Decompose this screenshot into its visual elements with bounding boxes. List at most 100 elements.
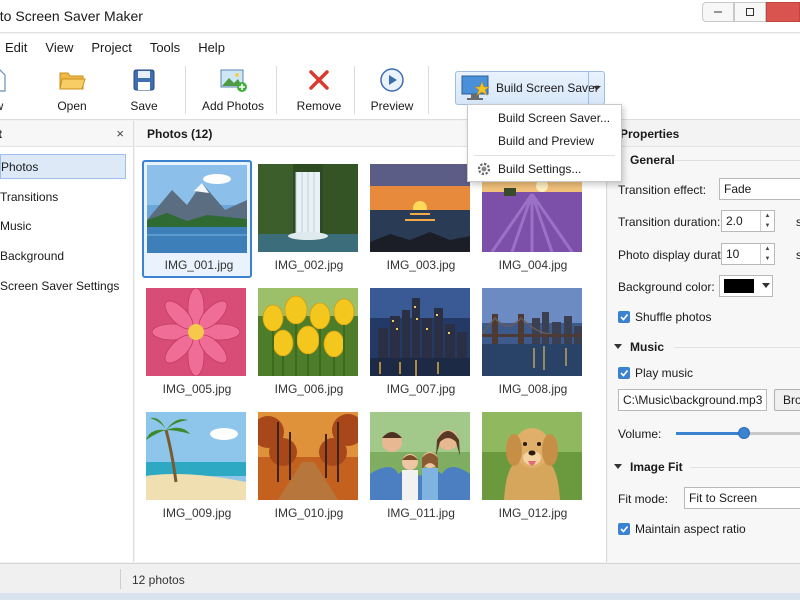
section-image-fit-header[interactable]: Image Fit [614, 460, 683, 474]
nav-item-screen-saver-settings[interactable]: Screen Saver Settings [0, 273, 126, 298]
menu-view[interactable]: View [36, 40, 82, 55]
chevron-down-icon [614, 464, 622, 469]
section-music-header[interactable]: Music [614, 340, 664, 354]
properties-panel: Properties General Transition effect: Fa… [608, 121, 800, 562]
menu-help[interactable]: Help [189, 40, 234, 55]
photo-bridge-skyline [482, 288, 582, 376]
photo-thumbnail[interactable]: IMG_009.jpg [142, 408, 252, 526]
remove-button[interactable]: Remove [297, 66, 341, 118]
fit-mode-select[interactable]: Fit to Screen [684, 487, 800, 509]
transition-effect-select[interactable]: Fade [719, 178, 800, 200]
photo-autumn-forest-path [258, 412, 358, 500]
menu-bar: Edit View Project Tools Help [0, 34, 800, 60]
minimize-button[interactable] [702, 2, 734, 22]
open-button[interactable]: Open [52, 66, 92, 118]
menu-item-build-settings[interactable]: Build Settings... [468, 158, 621, 180]
volume-label: Volume: [618, 427, 662, 441]
play-icon [378, 66, 406, 94]
save-disk-icon [130, 66, 158, 94]
menu-edit[interactable]: Edit [0, 40, 36, 55]
title-bar: oto Screen Saver Maker [0, 0, 800, 33]
photo-thumbnail[interactable]: IMG_007.jpg [366, 284, 476, 402]
nav-item-music[interactable]: Music [0, 213, 126, 238]
photo-filename: IMG_008.jpg [498, 382, 568, 396]
transition-effect-label: Transition effect: [618, 183, 707, 197]
fit-mode-value: Fit to Screen [689, 491, 758, 505]
photo-pink-flower [146, 288, 246, 376]
chevron-down-icon [762, 283, 770, 288]
gear-icon [477, 162, 491, 176]
volume-slider-handle[interactable] [738, 427, 751, 439]
photo-filename: IMG_006.jpg [274, 382, 344, 396]
photo-thumbnail[interactable]: IMG_008.jpg [478, 284, 588, 402]
toolbar-separator [185, 66, 186, 114]
transition-duration-spinner[interactable]: 2.0 ▲ ▼ [721, 210, 775, 232]
photo-filename: IMG_002.jpg [274, 258, 344, 272]
volume-slider[interactable] [676, 427, 800, 439]
properties-panel-header: Properties [608, 121, 800, 147]
photo-count-status: 12 photos [132, 573, 185, 587]
nav-item-transitions[interactable]: Transitions [0, 184, 126, 209]
music-file-input[interactable]: C:\Music\background.mp3 [618, 389, 767, 411]
monitor-star-icon [456, 72, 496, 104]
photo-sunset-sea [370, 164, 470, 252]
photos-panel-title: Photos (12) [147, 127, 213, 141]
shuffle-photos-checkbox[interactable]: Shuffle photos [618, 310, 712, 324]
spinner-arrows[interactable]: ▲ ▼ [760, 244, 774, 264]
photo-family-portrait [370, 412, 470, 500]
build-dropdown-toggle[interactable] [588, 72, 604, 104]
browse-label: Bro [783, 393, 800, 407]
menu-tools[interactable]: Tools [141, 40, 189, 55]
menu-item-build-and-preview[interactable]: Build and Preview [468, 130, 621, 152]
photo-thumbnail[interactable]: IMG_002.jpg [254, 160, 364, 278]
photo-thumbnail[interactable]: IMG_006.jpg [254, 284, 364, 402]
preview-button[interactable]: Preview [371, 66, 413, 118]
photo-waterfall [258, 164, 358, 252]
maintain-aspect-ratio-checkbox[interactable]: Maintain aspect ratio [618, 522, 746, 536]
section-divider [674, 160, 800, 161]
transition-effect-value: Fade [724, 182, 752, 196]
photo-thumbnail[interactable]: IMG_005.jpg [142, 284, 252, 402]
close-window-button[interactable] [766, 2, 800, 22]
save-button[interactable]: Save [125, 66, 163, 118]
window-title: oto Screen Saver Maker [0, 8, 143, 24]
photo-thumbnail[interactable]: IMG_001.jpg [142, 160, 252, 278]
maximize-button[interactable] [734, 2, 766, 22]
photo-thumbnail[interactable]: IMG_010.jpg [254, 408, 364, 526]
close-panel-button[interactable]: × [116, 126, 124, 141]
play-music-checkbox[interactable]: Play music [618, 366, 693, 380]
photo-display-duration-spinner[interactable]: 10 ▲ ▼ [721, 243, 775, 265]
new-button[interactable]: w [0, 66, 14, 118]
play-music-label: Play music [635, 366, 694, 380]
browse-music-button[interactable]: Bro [774, 389, 800, 411]
photo-thumbnail[interactable]: IMG_012.jpg [478, 408, 588, 526]
status-divider [120, 569, 121, 589]
remove-x-icon [305, 66, 333, 94]
photo-filename: IMG_001.jpg [164, 258, 234, 272]
photo-filename: IMG_004.jpg [498, 258, 568, 272]
transition-duration-label: Transition duration: [618, 215, 721, 229]
transition-duration-unit: s [796, 215, 800, 229]
section-general-header[interactable]: General [614, 153, 675, 167]
photo-city-night [370, 288, 470, 376]
section-music-title: Music [630, 340, 665, 354]
chevron-down-icon [592, 86, 601, 90]
window-controls [702, 2, 800, 22]
check-icon [618, 311, 630, 323]
menu-item-build-screen-saver[interactable]: Build Screen Saver... [468, 107, 621, 129]
build-screen-saver-button[interactable]: Build Screen Saver [455, 71, 605, 105]
photo-filename: IMG_010.jpg [274, 506, 344, 520]
background-color-picker[interactable] [719, 275, 773, 297]
nav-item-photos[interactable]: Photos [0, 154, 126, 179]
photo-thumbnail[interactable]: IMG_011.jpg [366, 408, 476, 526]
menu-project[interactable]: Project [82, 40, 140, 55]
photo-thumbnail[interactable]: IMG_003.jpg [366, 160, 476, 278]
spinner-arrows[interactable]: ▲ ▼ [760, 211, 774, 231]
window-bottom-edge [0, 593, 800, 600]
save-label: Save [130, 99, 158, 113]
new-file-icon [0, 66, 13, 94]
nav-item-background[interactable]: Background [0, 243, 126, 268]
add-photos-button[interactable]: Add Photos [202, 66, 264, 118]
transition-duration-value: 2.0 [726, 214, 743, 228]
photo-filename: IMG_007.jpg [386, 382, 456, 396]
